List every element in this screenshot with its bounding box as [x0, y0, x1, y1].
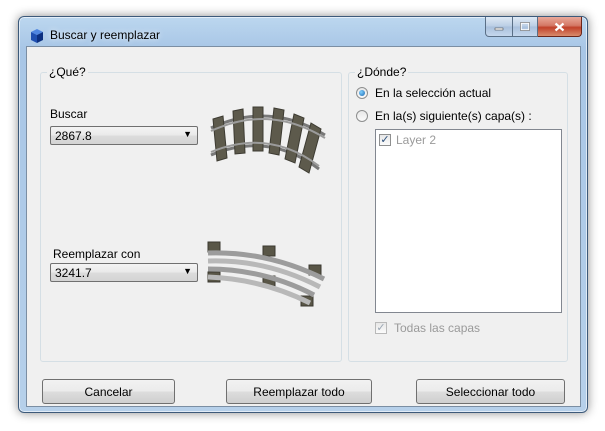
- curved-track-dark-icon: [210, 106, 326, 174]
- find-value: 2867.8: [55, 129, 92, 143]
- minimize-button[interactable]: [485, 17, 513, 37]
- app-cube-icon: [31, 29, 43, 43]
- replace-label: Reemplazar con: [53, 247, 141, 261]
- dialog-window: Buscar y reemplazar ¿Qué? Buscar 2867.8 …: [18, 16, 588, 413]
- curved-track-light-icon: [207, 241, 326, 307]
- radio-selection-label[interactable]: En la selección actual: [375, 86, 491, 100]
- all-layers-checkbox[interactable]: ✓: [375, 322, 387, 334]
- radio-layers[interactable]: [356, 110, 368, 122]
- close-button[interactable]: [538, 17, 582, 37]
- minimize-icon: [494, 27, 504, 30]
- where-group-title: ¿Dónde?: [355, 65, 409, 79]
- select-all-button[interactable]: Seleccionar todo: [416, 379, 565, 404]
- all-layers-label: Todas las capas: [394, 321, 481, 335]
- window-title: Buscar y reemplazar: [50, 28, 161, 42]
- cancel-button[interactable]: Cancelar: [42, 379, 175, 404]
- caption-buttons: [485, 17, 582, 37]
- dialog-client-area: ¿Qué? Buscar 2867.8 ▼ Reemplazar con 324…: [26, 46, 581, 407]
- maximize-icon: [520, 22, 530, 31]
- find-combobox[interactable]: 2867.8 ▼: [50, 126, 198, 145]
- chevron-down-icon: ▼: [183, 129, 192, 139]
- close-icon: [554, 22, 565, 31]
- layers-listbox[interactable]: ✓ Layer 2: [375, 129, 562, 313]
- layer-checkbox[interactable]: ✓: [379, 134, 391, 146]
- chevron-down-icon: ▼: [183, 266, 192, 276]
- find-label: Buscar: [50, 107, 88, 121]
- replace-all-button[interactable]: Reemplazar todo: [226, 379, 372, 404]
- radio-selection[interactable]: [356, 87, 368, 99]
- radio-layers-label[interactable]: En la(s) siguiente(s) capa(s) :: [375, 109, 532, 123]
- where-group: ¿Dónde? En la selección actual En la(s) …: [348, 65, 568, 362]
- layer-item-label[interactable]: Layer 2: [396, 133, 436, 147]
- replace-value: 3241.7: [55, 266, 92, 280]
- maximize-button[interactable]: [513, 17, 538, 37]
- what-group-title: ¿Qué?: [47, 65, 88, 79]
- what-group: ¿Qué? Buscar 2867.8 ▼ Reemplazar con 324…: [40, 65, 342, 362]
- replace-combobox[interactable]: 3241.7 ▼: [50, 263, 198, 282]
